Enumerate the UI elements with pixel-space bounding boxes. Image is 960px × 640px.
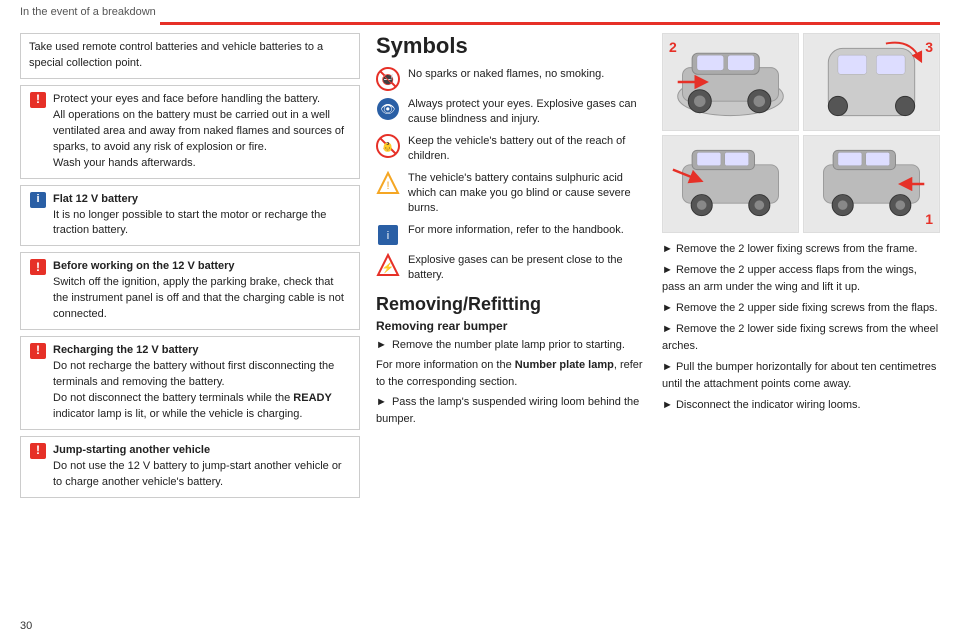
middle-column: Symbols 🚭 No sparks or naked flames, no …: [376, 33, 646, 621]
step-text-2: For more information on the Number plate…: [376, 357, 646, 390]
svg-text:i: i: [387, 230, 389, 242]
notice-content-jumpstart: Jump-starting another vehicle Do not use…: [53, 443, 351, 491]
warning-icon-4: !: [30, 443, 46, 459]
symbol-text-3: Keep the vehicle's battery out of the re…: [408, 134, 646, 165]
symbols-title: Symbols: [376, 33, 646, 59]
notice-warning-recharging: ! Recharging the 12 V battery Do not rec…: [20, 336, 360, 430]
header: In the event of a breakdown: [0, 0, 960, 22]
notice-title-flat: Flat 12 V battery: [53, 193, 138, 205]
symbol-row-6: ⚡ Explosive gases can be present close t…: [376, 253, 646, 284]
symbol-row-3: 👶 Keep the vehicle's battery out of the …: [376, 134, 646, 165]
step-number-3: 3: [925, 39, 933, 55]
number-plate-label: Number plate lamp: [515, 359, 614, 371]
notice-content-before-working: Before working on the 12 V battery Switc…: [53, 259, 351, 323]
notice-warning-before-working: ! Before working on the 12 V battery Swi…: [20, 252, 360, 330]
symbol-row-5: i For more information, refer to the han…: [376, 223, 646, 247]
step-text-3: ► Pass the lamp's suspended wiring loom …: [376, 394, 646, 427]
header-title: In the event of a breakdown: [20, 6, 940, 18]
symbol-row-4: ! The vehicle's battery contains sulphur…: [376, 171, 646, 217]
notice-title-before-working: Before working on the 12 V battery: [53, 260, 235, 272]
notice-title-recharging: Recharging the 12 V battery: [53, 344, 199, 356]
symbol-text-4: The vehicle's battery contains sulphuric…: [408, 171, 646, 217]
svg-text:!: !: [386, 180, 389, 192]
eye-protection-icon: 👁: [376, 97, 400, 121]
right-step-6: ► Disconnect the indicator wiring looms.: [662, 397, 940, 414]
page: In the event of a breakdown Take used re…: [0, 0, 960, 640]
car-image-2: 2: [662, 33, 799, 131]
icon-col-3: !: [29, 259, 47, 323]
svg-text:👶: 👶: [382, 141, 393, 152]
battery-notice: Take used remote control batteries and v…: [20, 33, 360, 79]
car-image-bottom-left: [662, 135, 799, 233]
symbol-row-2: 👁 Always protect your eyes. Explosive ga…: [376, 97, 646, 128]
warning-icon-3: !: [30, 343, 46, 359]
notice-warning-eyes: ! Protect your eyes and face before hand…: [20, 85, 360, 179]
right-step-1: ► Remove the 2 lower fixing screws from …: [662, 241, 940, 258]
warning-icon-1: !: [30, 92, 46, 108]
notice-title-jumpstart: Jump-starting another vehicle: [53, 444, 210, 456]
removing-subtitle: Removing rear bumper: [376, 319, 646, 333]
explosive-gas-icon: ⚡: [376, 253, 400, 277]
step-number-2: 2: [669, 39, 677, 55]
notice-content-flat: Flat 12 V battery It is no longer possib…: [53, 192, 351, 240]
icon-col-2: i: [29, 192, 47, 240]
icon-col-1: !: [29, 92, 47, 172]
right-column: 2 3: [662, 33, 940, 621]
right-step-3: ► Remove the 2 upper side fixing screws …: [662, 300, 940, 317]
arrow-1: ►: [376, 337, 387, 354]
warning-icon-2: !: [30, 259, 46, 275]
symbol-text-6: Explosive gases can be present close to …: [408, 253, 646, 284]
symbol-text-2: Always protect your eyes. Explosive gase…: [408, 97, 646, 128]
notice-info-flat-battery: i Flat 12 V battery It is no longer poss…: [20, 185, 360, 247]
symbol-row-1: 🚭 No sparks or naked flames, no smoking.: [376, 67, 646, 91]
acid-icon: !: [376, 171, 400, 195]
children-icon: 👶: [376, 134, 400, 158]
no-sparks-icon: 🚭: [376, 67, 400, 91]
right-instructions: ► Remove the 2 lower fixing screws from …: [662, 241, 940, 414]
right-step-4: ► Remove the 2 lower side fixing screws …: [662, 321, 940, 355]
svg-text:🚭: 🚭: [382, 73, 394, 86]
symbol-text-1: No sparks or naked flames, no smoking.: [408, 67, 604, 82]
arrow-2: ►: [376, 394, 387, 411]
left-column: Take used remote control batteries and v…: [20, 33, 360, 621]
symbol-text-5: For more information, refer to the handb…: [408, 223, 624, 238]
step-text-1: ► Remove the number plate lamp prior to …: [376, 337, 646, 354]
car-images-grid: 2 3: [662, 33, 940, 233]
car-image-1: 1: [803, 135, 940, 233]
svg-text:⚡: ⚡: [382, 261, 394, 274]
content: Take used remote control batteries and v…: [0, 25, 960, 629]
right-step-5: ► Pull the bumper horizontally for about…: [662, 359, 940, 393]
ready-label: READY: [293, 392, 332, 404]
info-icon-1: i: [30, 192, 46, 208]
notice-warning-jumpstart: ! Jump-starting another vehicle Do not u…: [20, 436, 360, 498]
car-image-3: 3: [803, 33, 940, 131]
right-step-2: ► Remove the 2 upper access flaps from t…: [662, 262, 940, 296]
step-number-1: 1: [925, 211, 933, 227]
icon-col-5: !: [29, 443, 47, 491]
handbook-icon: i: [376, 223, 400, 247]
notice-content-recharging: Recharging the 12 V battery Do not recha…: [53, 343, 351, 423]
page-number: 30: [20, 620, 32, 632]
removing-title: Removing/Refitting: [376, 294, 646, 315]
icon-col-4: !: [29, 343, 47, 423]
notice-content-eyes: Protect your eyes and face before handli…: [53, 92, 351, 172]
svg-text:👁: 👁: [380, 102, 395, 116]
